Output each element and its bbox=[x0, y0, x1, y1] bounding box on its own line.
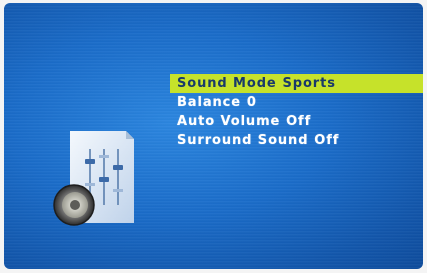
menu-item-sound-mode[interactable]: Sound Mode Sports bbox=[170, 74, 423, 93]
sound-settings-icon bbox=[48, 125, 148, 230]
menu-item-value: Off bbox=[286, 114, 312, 129]
menu-item-value: Sports bbox=[282, 76, 336, 91]
osd-screen: Sound Mode Sports Balance 0 Auto Volume Off… bbox=[4, 3, 423, 269]
menu-item-label: Sound Mode bbox=[177, 76, 277, 91]
menu-item-auto-volume[interactable]: Auto Volume Off bbox=[170, 112, 423, 131]
menu-item-value: Off bbox=[314, 133, 340, 148]
sound-menu: Sound Mode Sports Balance 0 Auto Volume Off… bbox=[170, 74, 423, 150]
menu-item-label: Auto Volume bbox=[177, 114, 281, 129]
menu-item-value: 0 bbox=[246, 95, 257, 110]
menu-item-surround-sound[interactable]: Surround Sound Off bbox=[170, 131, 423, 150]
monitor-frame: Sound Mode Sports Balance 0 Auto Volume Off… bbox=[0, 0, 427, 273]
menu-item-balance[interactable]: Balance 0 bbox=[170, 93, 423, 112]
menu-item-label: Balance bbox=[177, 95, 241, 110]
menu-item-label: Surround Sound bbox=[177, 133, 309, 148]
